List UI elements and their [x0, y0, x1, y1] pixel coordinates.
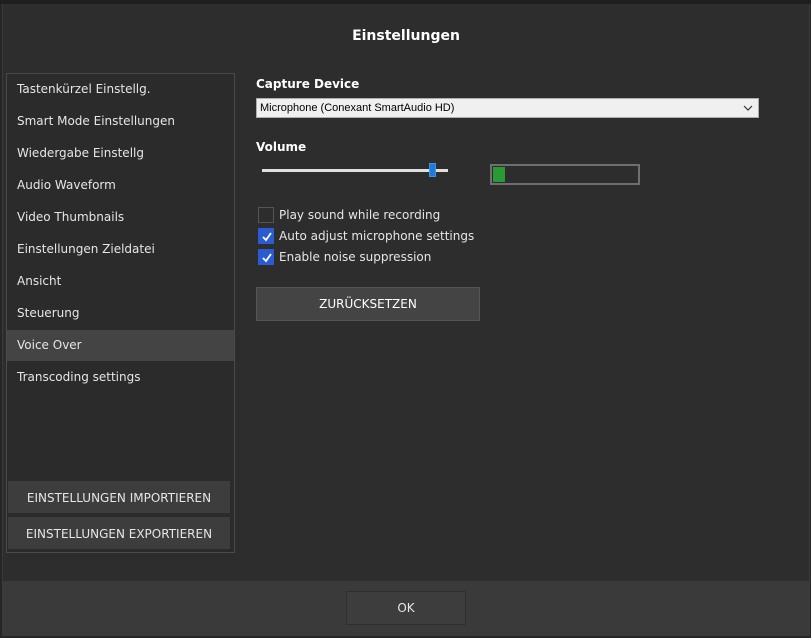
sidebar-item-voice-over[interactable]: Voice Over — [7, 330, 234, 361]
chevron-down-icon — [742, 101, 754, 115]
sidebar-item-playback[interactable]: Wiedergabe Einstellg — [7, 138, 234, 169]
auto-adjust-checkbox[interactable] — [258, 228, 274, 244]
settings-dialog: Einstellungen Tastenkürzel Einstellg. Sm… — [2, 4, 810, 636]
play-sound-checkbox[interactable] — [258, 207, 274, 223]
capture-device-value: Microphone (Conexant SmartAudio HD) — [260, 102, 455, 114]
capture-device-dropdown[interactable]: Microphone (Conexant SmartAudio HD) — [256, 98, 759, 118]
noise-suppression-checkbox[interactable] — [258, 249, 274, 265]
volume-slider-track — [262, 169, 448, 172]
volume-slider-thumb[interactable] — [429, 163, 436, 177]
sidebar-item-audio-waveform[interactable]: Audio Waveform — [7, 170, 234, 201]
dialog-title: Einstellungen — [352, 28, 460, 44]
reset-button[interactable]: ZURÜCKSETZEN — [256, 287, 480, 321]
sidebar-item-transcoding[interactable]: Transcoding settings — [7, 362, 234, 393]
input-level-meter — [490, 164, 640, 185]
ok-button[interactable]: OK — [346, 591, 466, 625]
capture-device-label: Capture Device — [256, 77, 360, 91]
checkmark-icon — [262, 232, 272, 242]
volume-slider[interactable] — [260, 162, 450, 178]
sidebar-item-output-file[interactable]: Einstellungen Zieldatei — [7, 234, 234, 265]
volume-label: Volume — [256, 140, 307, 154]
sidebar-item-video-thumbnails[interactable]: Video Thumbnails — [7, 202, 234, 233]
sidebar-item-shortcuts[interactable]: Tastenkürzel Einstellg. — [7, 74, 234, 105]
voice-over-panel: Capture Device Microphone (Conexant Smar… — [253, 73, 783, 551]
sidebar-item-view[interactable]: Ansicht — [7, 266, 234, 297]
dialog-footer: OK — [3, 581, 809, 636]
settings-sidebar: Tastenkürzel Einstellg. Smart Mode Einst… — [6, 73, 235, 553]
input-level-fill — [493, 167, 505, 182]
export-settings-button[interactable]: EINSTELLUNGEN EXPORTIEREN — [7, 516, 231, 550]
import-settings-button[interactable]: EINSTELLUNGEN IMPORTIEREN — [7, 480, 231, 514]
sidebar-item-smart-mode[interactable]: Smart Mode Einstellungen — [7, 106, 234, 137]
noise-suppression-label: Enable noise suppression — [279, 250, 432, 264]
sidebar-item-controls[interactable]: Steuerung — [7, 298, 234, 329]
auto-adjust-label: Auto adjust microphone settings — [279, 229, 475, 243]
checkmark-icon — [262, 253, 272, 263]
play-sound-label: Play sound while recording — [279, 208, 441, 222]
